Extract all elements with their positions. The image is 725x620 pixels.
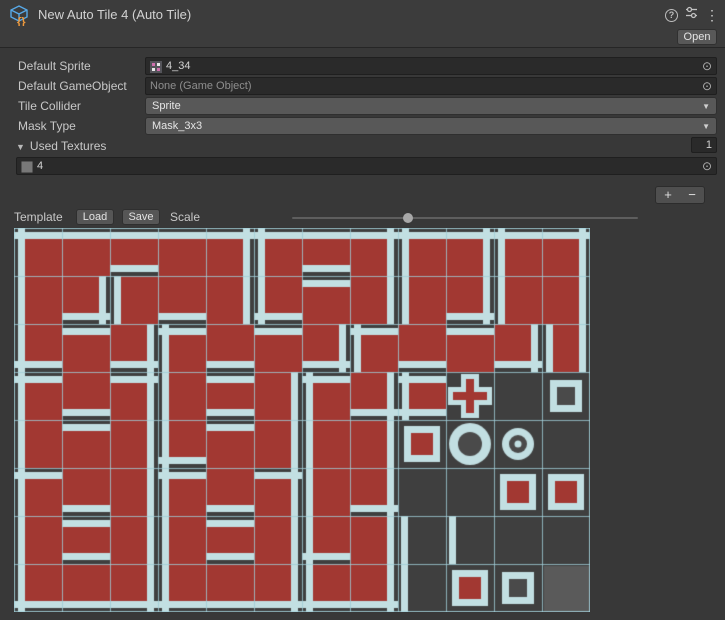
save-button[interactable]: Save (122, 209, 160, 225)
help-icon[interactable]: ? (665, 9, 678, 22)
default-gameobject-value: None (Game Object) (150, 80, 698, 92)
load-button[interactable]: Load (76, 209, 114, 225)
used-textures-label: Used Textures (30, 139, 106, 153)
used-textures-foldout[interactable]: ▼ Used Textures (16, 137, 106, 155)
list-button-box: + − (655, 186, 705, 204)
svg-text:{}: {} (17, 16, 26, 26)
inspector-window: {} New Auto Tile 4 (Auto Tile) ? ⋮ Open … (0, 0, 725, 620)
default-gameobject-label: Default GameObject (18, 77, 127, 95)
object-picker-icon[interactable]: ⊙ (702, 80, 712, 92)
titlebar-icons: ? ⋮ (665, 6, 719, 24)
mask-type-label: Mask Type (18, 117, 76, 135)
tileset-preview-canvas[interactable] (14, 228, 590, 612)
add-element-button[interactable]: + (656, 187, 680, 203)
kebab-menu-icon[interactable]: ⋮ (705, 9, 719, 22)
scriptable-object-icon: {} (8, 4, 30, 26)
default-gameobject-field[interactable]: None (Game Object) ⊙ (145, 77, 717, 95)
tile-collider-value: Sprite (152, 100, 702, 112)
remove-element-button[interactable]: − (680, 187, 704, 203)
chevron-down-icon: ▼ (702, 102, 710, 111)
default-sprite-field[interactable]: 4_34 ⊙ (145, 57, 717, 75)
tile-collider-dropdown[interactable]: Sprite ▼ (145, 97, 717, 115)
scale-label: Scale (170, 210, 200, 224)
window-title: New Auto Tile 4 (Auto Tile) (38, 7, 191, 22)
mask-type-dropdown[interactable]: Mask_3x3 ▼ (145, 117, 717, 135)
sprite-icon (150, 60, 162, 72)
tile-collider-label: Tile Collider (18, 97, 81, 115)
foldout-arrow-icon: ▼ (16, 142, 25, 152)
object-picker-icon[interactable]: ⊙ (702, 160, 712, 172)
slider-handle[interactable] (403, 213, 413, 223)
chevron-down-icon: ▼ (702, 122, 710, 131)
texture-icon (21, 160, 33, 172)
object-picker-icon[interactable]: ⊙ (702, 60, 712, 72)
template-label: Template (14, 210, 63, 224)
scale-slider[interactable] (292, 217, 638, 219)
open-button[interactable]: Open (677, 29, 717, 45)
presets-icon[interactable] (685, 6, 698, 24)
used-textures-count-field[interactable]: 1 (691, 137, 717, 153)
texture-element-value: 4 (37, 160, 698, 172)
titlebar: {} New Auto Tile 4 (Auto Tile) ? ⋮ Open (0, 0, 725, 48)
default-sprite-label: Default Sprite (18, 57, 91, 75)
texture-element-field[interactable]: 4 ⊙ (16, 157, 717, 175)
mask-type-value: Mask_3x3 (152, 120, 702, 132)
default-sprite-value: 4_34 (166, 60, 698, 72)
